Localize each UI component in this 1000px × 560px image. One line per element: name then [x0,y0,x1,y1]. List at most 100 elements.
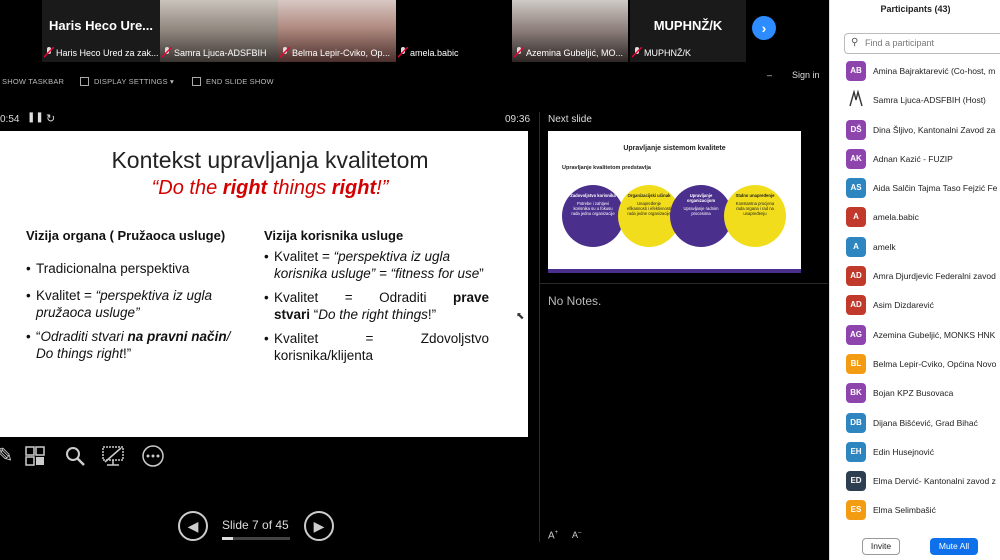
participant-name: Aida Salčin Tajma Taso Fejzić Fe [873,183,998,194]
participant-row[interactable]: AK Adnan Kazić - FUZIP [830,147,1000,176]
participant-row[interactable]: BK Bojan KPZ Busovaca [830,381,1000,410]
participant-row[interactable]: BL Belma Lepir-Cviko, Općina Novo [830,352,1000,381]
bullet: Kvalitet = “perspektiva iz ugla pružaoca… [26,287,251,321]
timer-row: 0:54 ❚❚ ↻ 09:36 [0,112,540,130]
participant-row[interactable]: AS Aida Salčin Tajma Taso Fejzić Fe [830,176,1000,205]
next-slide-label: Next slide [548,114,592,125]
monitor-icon [80,77,89,86]
next-slide-button[interactable]: ▶ [304,511,334,541]
see-all-slides-icon[interactable] [22,443,48,469]
display-settings-button[interactable]: DISPLAY SETTINGS ▾ [80,77,174,86]
avatar: BL [846,353,866,374]
increase-font-button[interactable]: A+ [548,530,558,541]
mute-all-button[interactable]: Mute All [930,538,978,555]
black-screen-icon[interactable] [100,443,126,469]
bullet: Kvalitet = “perspektiva iz ugla korisnik… [264,248,489,282]
participant-row[interactable]: AG Azemina Gubeljić, MONKS HNK [830,323,1000,352]
notes-divider[interactable] [540,283,828,284]
avatar [846,89,866,111]
avatar: A [846,236,866,257]
video-strip: Haris Heco Ure... Haris Heco Ured za zak… [0,0,828,62]
participant-search-input[interactable]: ⚲ Find a participant [844,33,1000,54]
participant-row[interactable]: DB Dijana Bišćević, Grad Bihać [830,411,1000,440]
participant-name: Edin Husejnović [873,446,934,457]
participant-row[interactable]: Aamela.babic [830,205,1000,234]
avatar: AD [846,295,866,316]
avatar: DB [846,412,866,433]
bullet: Kvalitet=Odraditiprave stvari “Do the ri… [264,289,489,323]
slide-title: Kontekst upravljanja kvalitetom [111,147,429,173]
avatar: A [846,207,866,228]
end-slide-show-button[interactable]: END SLIDE SHOW [192,77,274,86]
pause-icon[interactable]: ❚❚ [27,112,44,123]
participant-row[interactable]: EH Edin Husejnović [830,440,1000,469]
more-options-icon[interactable] [140,443,166,469]
next-slide-preview[interactable]: Upravljanje sistemom kvalitete Upravljan… [548,131,801,273]
avatar: AS [846,178,866,199]
participant-row[interactable]: AB Amina Bajraktarević (Co-host, m [830,59,1000,88]
decrease-font-button[interactable]: A– [572,530,581,540]
right-heading: Vizija korisnika usluge [264,228,404,243]
muted-mic-icon [280,47,291,58]
chevron-left-icon: ◀ [187,518,199,534]
video-tile[interactable]: amela.babic [396,0,510,62]
minimize-button[interactable]: – [767,70,772,80]
participant-name: amelk [873,241,896,252]
video-caption: Samra Ljuca-ADSFBIH [174,48,267,58]
current-slide[interactable]: Kontekst upravljanja kvalitetom “Do the … [0,131,528,437]
circle-continuous-improvement: Stalno unapređenje Konstantna procjena ra… [724,185,786,247]
participants-footer: Invite Mute All [830,534,1000,560]
circle-customer-satisfaction: Zadovoljstvo korisnika Potrebe i zahtjevi… [562,185,624,247]
next-slide-title: Upravljanje sistemom kvalitete [623,145,726,152]
participant-row[interactable]: ES Elma Selimbašić [830,498,1000,527]
muted-mic-icon [632,47,643,58]
next-slide-subtitle: Upravljanje kvalitetom predstavlja [562,165,651,171]
participant-row[interactable]: DŠ Dina Šljivo, Kantonalni Zavod za [830,118,1000,147]
participant-name: Azemina Gubeljić, MONKS HNK [873,329,996,340]
video-tile[interactable]: Azemina Gubeljić, MO... [512,0,628,62]
video-tile[interactable]: Samra Ljuca-ADSFBIH [160,0,278,62]
slide-navigation: ◀ Slide 7 of 45 ▶ [178,511,338,541]
next-video-page-button[interactable]: › [752,16,776,40]
participant-name: Asim Dizdarević [873,300,934,311]
slide-counter[interactable]: Slide 7 of 45 [222,518,289,532]
video-tile[interactable]: Haris Heco Ure... Haris Heco Ured za zak… [42,0,160,62]
avatar: AD [846,266,866,287]
participant-row[interactable]: ED Elma Dervić- Kantonalni zavod z [830,469,1000,498]
slide-tools: ✎ [0,443,200,473]
slideshow-icon [192,77,201,86]
participant-list: AB Amina Bajraktarević (Co-host, m Samra L… [830,59,1000,528]
sign-in-link[interactable]: Sign in [792,70,820,80]
video-tile[interactable]: MUPHNŽ/K MUPHNŽ/K [630,0,746,62]
video-caption: amela.babic [410,48,459,58]
participant-row[interactable]: Aamelk [830,235,1000,264]
participant-row[interactable]: AD Asim Dizdarević [830,293,1000,322]
chevron-right-icon: › [761,20,767,36]
avatar: AB [846,61,866,81]
avatar: ED [846,471,866,492]
avatar: EH [846,441,866,462]
pen-icon[interactable]: ✎ [0,443,18,469]
video-tile[interactable]: Belma Lepir-Cviko, Op... [278,0,396,62]
muted-mic-icon [44,47,55,58]
bullet: Tradicionalna perspektiva [26,260,251,277]
participant-name: Amra Djurdjevic Federalni zavod [873,271,996,282]
participant-name: Amina Bajraktarević (Co-host, m [873,66,996,76]
avatar: AG [846,324,866,345]
invite-button[interactable]: Invite [862,538,900,555]
participant-row[interactable]: AD Amra Djurdjevic Federalni zavod [830,264,1000,293]
video-caption: MUPHNŽ/K [644,48,691,58]
zoom-icon[interactable] [62,443,88,469]
participant-name: Belma Lepir-Cviko, Općina Novo [873,358,997,369]
slide-progress-bar [222,537,290,540]
show-taskbar-button[interactable]: SHOW TASKBAR [2,77,64,86]
previous-slide-button[interactable]: ◀ [178,511,208,541]
avatar: ES [846,500,866,521]
reset-icon[interactable]: ↻ [46,112,55,125]
pane-divider[interactable] [539,112,540,542]
video-caption: Azemina Gubeljić, MO... [526,48,624,58]
participant-row[interactable]: Samra Ljuca-ADSFBIH (Host) [830,88,1000,117]
circle-organization-management: Upravljanje organizacijom Upravljanje rad… [670,185,732,247]
participant-name: Elma Selimbašić [873,505,936,516]
left-column: Vizija organa ( Pružaoca usluge) Tradici… [26,227,251,369]
